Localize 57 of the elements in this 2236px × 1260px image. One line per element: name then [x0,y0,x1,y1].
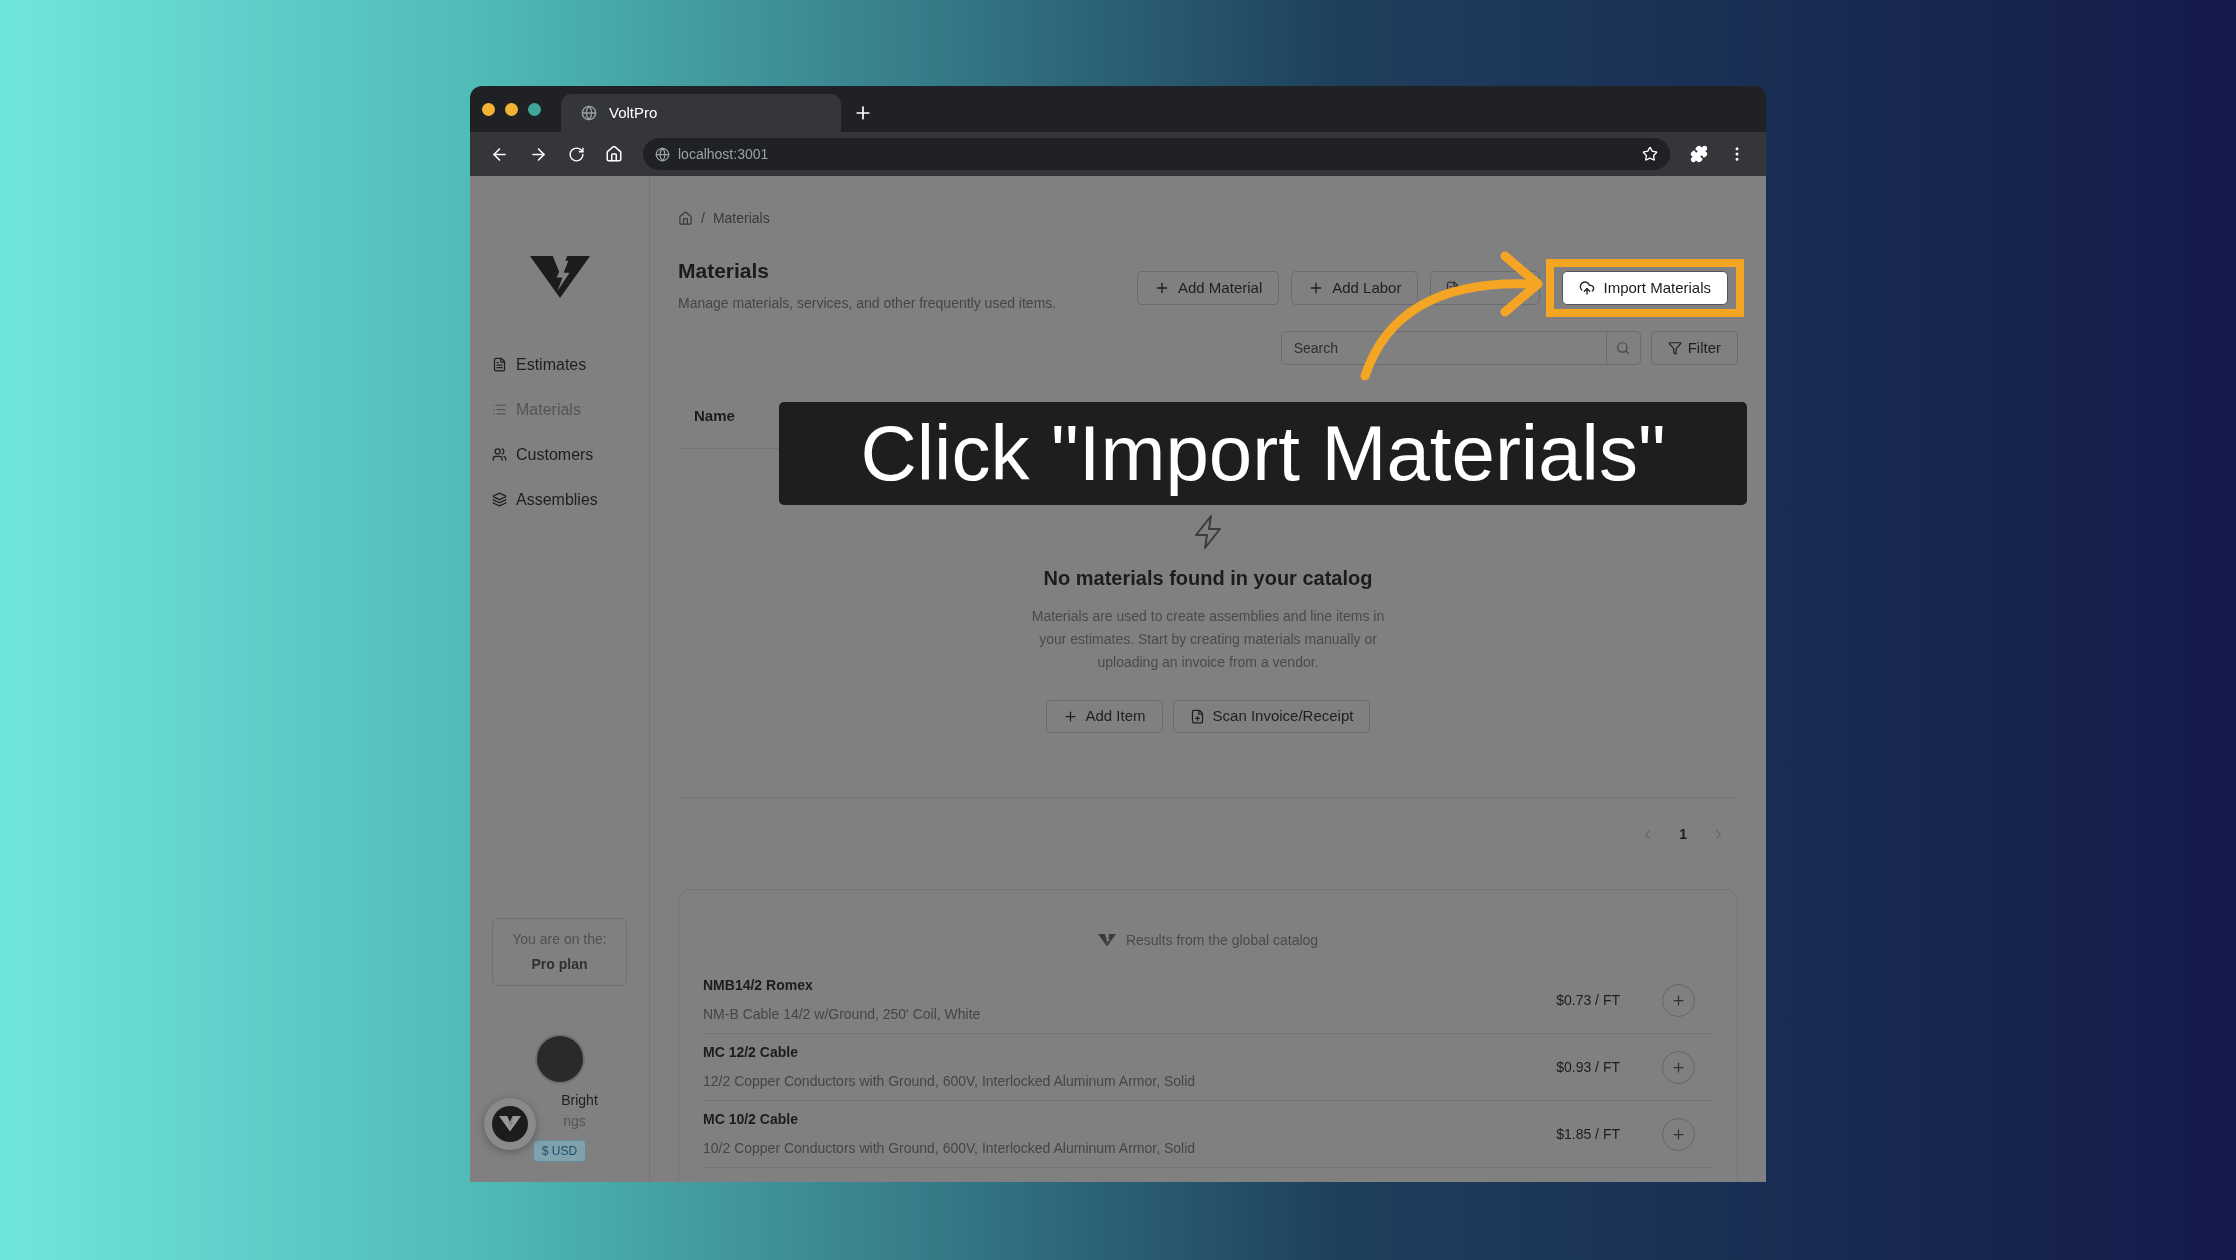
catalog-item-description: 10/2 Copper Conductors with Ground, 600V, Interlocked Aluminum Armor, Solid [703,1139,1197,1158]
plus-icon [1671,992,1686,1008]
catalog-item-description: 12/2 Copper Conductors with Ground, 600V, Interlocked Aluminum Armor, Solid [703,1072,1197,1091]
column-header: Name [694,406,735,427]
plan-name: Pro plan [531,955,588,974]
nav-icon [492,447,507,462]
search-field[interactable]: Search [1280,331,1607,365]
nav-icon [492,492,507,507]
plus-icon [1671,1126,1686,1142]
currency-badge: $ USD [532,1140,587,1162]
filter-icon [1667,341,1682,355]
user-name: Bright [560,1091,598,1110]
catalog-item-price: $0.73 / FT [1556,990,1620,1010]
sidebar-item[interactable]: Estimates [492,348,627,381]
reload-icon[interactable] [568,145,585,163]
empty-state-heading: No materials found in your catalog [1043,566,1373,591]
brand-logo [529,256,590,298]
search-icon [1616,341,1631,355]
catalog-item-name: NMB14/2 Romex [703,976,814,995]
page-number[interactable]: 1 [1673,824,1693,845]
tutorial-caption: Click "Import Materials" [779,402,1747,505]
filter-button[interactable]: Filter [1650,331,1738,365]
page-title: Materials [678,258,771,284]
page-subtitle: Manage materials, services, and other frequently used items. [678,293,1057,313]
bookmark-star-icon[interactable] [1642,146,1658,162]
lightning-icon [1194,515,1222,549]
breadcrumb-separator: / [701,209,705,228]
sidebar-item[interactable]: Customers [492,438,627,471]
plus-icon [1154,280,1170,296]
empty-state-button[interactable]: Add Item [1045,700,1163,733]
globe-icon [581,105,597,121]
empty-state-button[interactable]: Scan Invoice/Receipt [1172,700,1371,733]
plus-icon [1062,709,1078,724]
address-bar[interactable]: localhost:3001 [643,138,1670,170]
brand-logo [499,1116,521,1132]
sidebar-item[interactable]: Assemblies [492,483,627,516]
catalog-item-price: $1.85 / FT [1556,1124,1620,1144]
nav-icon [492,402,507,417]
catalog-item-description: NM-B Cable 14/2 w/Ground, 250' Coil, White [703,1005,982,1024]
breadcrumb-item[interactable]: Materials [712,208,770,229]
catalog-item-price: $0.93 / FT [1556,1057,1620,1077]
nav-icon [492,357,507,372]
plus-icon [1671,1059,1686,1075]
catalog-item-name: MC 10/2 Cable [703,1110,799,1129]
brand-logo [1097,934,1116,947]
browser-tab[interactable]: VoltPro [561,94,841,132]
extensions-icon[interactable] [1690,145,1708,163]
file-icon [1189,709,1205,724]
covered-button[interactable] [1430,271,1541,305]
action-button[interactable]: Add Material [1137,271,1280,305]
action-button[interactable]: Add Labor [1291,271,1419,305]
globe-icon [655,146,670,162]
cloud-upload-icon [1579,280,1596,296]
avatar[interactable] [534,1034,585,1084]
catalog-item-name: MC 12/2 Cable [703,1043,799,1062]
action-button[interactable]: Import Materials [1562,271,1728,305]
help-bubble[interactable] [484,1098,536,1150]
